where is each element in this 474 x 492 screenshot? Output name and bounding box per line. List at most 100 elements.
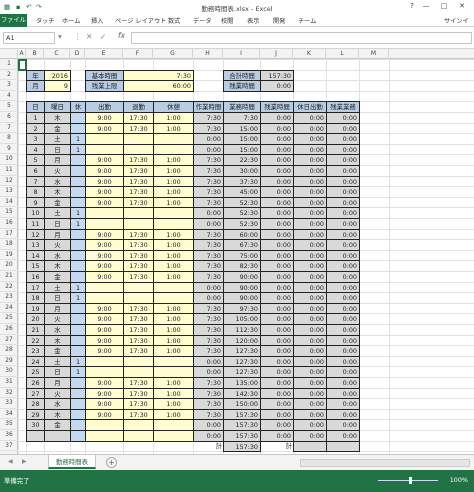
zoom-level[interactable]: 100%	[450, 476, 468, 484]
ot-limit-value[interactable]: 60:00	[123, 80, 194, 92]
formula-bar: A1 ▾ ⋮ ✕ ✓ fx	[0, 27, 474, 49]
tab-data[interactable]: データ	[193, 16, 212, 25]
row-header[interactable]: 28	[0, 345, 18, 356]
sum-value[interactable]: 157:30	[223, 440, 261, 453]
row-header[interactable]: 20	[0, 260, 18, 271]
table-cell[interactable]	[85, 430, 124, 442]
tab-page-layout[interactable]: ページ レイアウト	[115, 16, 166, 25]
row-header[interactable]: 25	[0, 313, 18, 324]
row-header[interactable]: 30	[0, 366, 18, 377]
tab-home[interactable]: ホーム	[62, 16, 80, 25]
insert-function-icon[interactable]: fx	[118, 31, 125, 40]
sheet-next-icon[interactable]: ▶	[22, 458, 27, 465]
row-header[interactable]: 3	[0, 80, 18, 91]
minimize-button[interactable]: —	[420, 1, 432, 12]
row-header[interactable]: 34	[0, 409, 18, 420]
row-header[interactable]: 36	[0, 430, 18, 441]
zoom-slider-thumb[interactable]	[409, 477, 412, 484]
row-header[interactable]: 7	[0, 123, 18, 134]
row-header[interactable]: 2	[0, 70, 18, 81]
row-header[interactable]: 29	[0, 356, 18, 367]
row-header[interactable]: 31	[0, 377, 18, 388]
table-cell[interactable]	[123, 430, 154, 442]
row-header[interactable]: 33	[0, 398, 18, 409]
signin-link[interactable]: サインイ	[444, 16, 469, 25]
row-header[interactable]: 21	[0, 271, 18, 282]
sum-empty-2[interactable]	[326, 440, 360, 453]
column-header[interactable]: H	[193, 49, 223, 59]
help-button[interactable]: ?	[406, 1, 418, 12]
row-header[interactable]: 13	[0, 186, 18, 197]
column-header[interactable]: I	[223, 49, 260, 59]
table-cell[interactable]	[44, 430, 71, 442]
row-header[interactable]: 17	[0, 229, 18, 240]
sheet-tab-kinmu[interactable]: 勤務時間表	[48, 455, 96, 469]
column-header[interactable]: E	[85, 49, 123, 59]
row-header[interactable]: 18	[0, 239, 18, 250]
row-header[interactable]: 32	[0, 388, 18, 399]
overtime-value[interactable]: 0:00	[260, 80, 294, 92]
sheet-grid[interactable]: 年 2016 月 9 基本時間 7:30 残業上限 60:00 合計時間 157:30 残業時間 0:…	[18, 59, 474, 454]
cancel-icon[interactable]: ✕	[86, 32, 92, 41]
zoom-slider[interactable]	[378, 480, 438, 481]
column-header[interactable]: M	[359, 49, 389, 59]
close-button[interactable]: ✕	[456, 1, 468, 12]
row-header[interactable]: 1	[0, 59, 18, 70]
name-box[interactable]: A1	[3, 32, 55, 44]
tab-developer[interactable]: 開発	[273, 16, 285, 25]
select-all-corner[interactable]	[0, 49, 18, 59]
table-cell[interactable]	[70, 430, 86, 442]
row-header[interactable]: 5	[0, 101, 18, 112]
column-header[interactable]: A	[18, 49, 26, 59]
month-value[interactable]: 9	[44, 80, 71, 92]
ribbon-tabs: ファイル タッチ ホーム 挿入 ページ レイアウト 数式 データ 校閲 表示 開…	[0, 14, 474, 27]
row-header[interactable]: 37	[0, 441, 18, 452]
row-header[interactable]: 6	[0, 112, 18, 123]
tab-review[interactable]: 校閲	[221, 16, 233, 25]
sheet-prev-icon[interactable]: ◀	[8, 458, 13, 465]
maximize-button[interactable]: □	[438, 1, 450, 12]
row-header[interactable]: 12	[0, 176, 18, 187]
tab-formulas[interactable]: 数式	[168, 16, 180, 25]
ot-limit-label: 残業上限	[85, 80, 124, 92]
column-header[interactable]: K	[293, 49, 326, 59]
formula-input[interactable]	[131, 32, 472, 44]
row-header[interactable]: 26	[0, 324, 18, 335]
add-sheet-button[interactable]: +	[106, 457, 117, 468]
tab-touch[interactable]: タッチ	[36, 16, 55, 25]
row-header[interactable]: 16	[0, 218, 18, 229]
tab-team[interactable]: チーム	[298, 16, 316, 25]
row-header[interactable]: 14	[0, 197, 18, 208]
column-header[interactable]: D	[70, 49, 85, 59]
title-bar: ▦ ▪ ↶ ↷ 勤務時間表.xlsx - Excel ? — □ ✕	[0, 0, 474, 14]
table-cell[interactable]	[153, 430, 194, 442]
column-header[interactable]: L	[326, 49, 359, 59]
column-header[interactable]: C	[44, 49, 70, 59]
sum-empty-1[interactable]	[293, 440, 327, 453]
row-header[interactable]: 19	[0, 250, 18, 261]
column-header[interactable]: G	[153, 49, 193, 59]
row-header[interactable]: 9	[0, 144, 18, 155]
tab-view[interactable]: 表示	[247, 16, 259, 25]
row-header[interactable]: 35	[0, 419, 18, 430]
row-header[interactable]: 11	[0, 165, 18, 176]
status-ready: 準備完了	[4, 477, 30, 485]
column-header[interactable]: J	[260, 49, 293, 59]
table-cell[interactable]	[26, 430, 45, 442]
row-header[interactable]: 23	[0, 292, 18, 303]
horizontal-scrollbar[interactable]	[300, 459, 470, 467]
enter-icon[interactable]: ✓	[100, 32, 106, 41]
row-header[interactable]: 4	[0, 91, 18, 102]
tab-file[interactable]: ファイル	[0, 14, 27, 27]
row-header[interactable]: 27	[0, 335, 18, 346]
chevron-down-icon[interactable]: ▾	[58, 32, 62, 41]
row-header[interactable]: 8	[0, 133, 18, 144]
column-header[interactable]: F	[123, 49, 153, 59]
row-header[interactable]: 10	[0, 154, 18, 165]
row-header[interactable]: 24	[0, 303, 18, 314]
column-header[interactable]: B	[26, 49, 44, 59]
row-header[interactable]: 15	[0, 207, 18, 218]
gridline	[18, 59, 19, 454]
row-header[interactable]: 22	[0, 282, 18, 293]
tab-insert[interactable]: 挿入	[91, 16, 103, 25]
